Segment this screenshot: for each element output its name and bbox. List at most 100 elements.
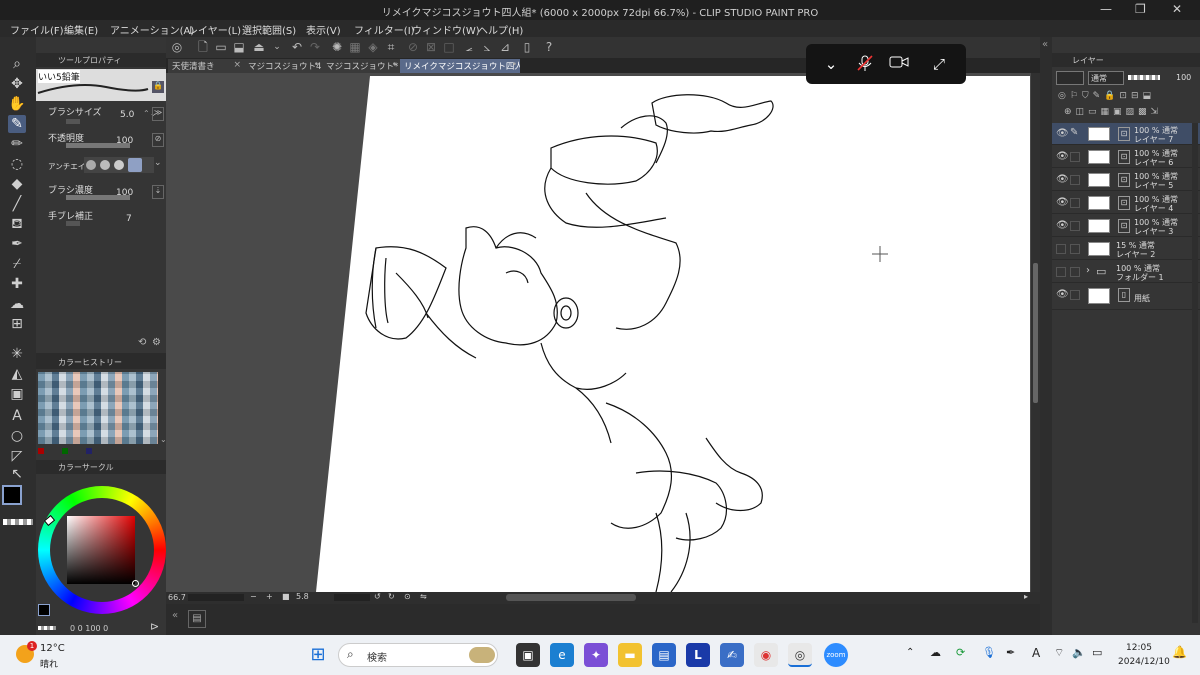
eye-icon[interactable]: 👁 (1056, 174, 1069, 185)
deselect-icon[interactable]: ⊘ (406, 40, 420, 54)
clip-studio-icon[interactable]: ◎ (170, 40, 184, 54)
history-swatch-red[interactable] (38, 448, 44, 454)
battery-icon[interactable]: ▭ (1092, 646, 1102, 659)
chrome-icon[interactable]: ◉ (754, 643, 778, 667)
mic-muted-icon[interactable] (854, 54, 876, 74)
main-color-mini-swatch[interactable] (38, 604, 50, 616)
app-l-icon[interactable]: L (686, 643, 710, 667)
layer-lock-box[interactable] (1070, 175, 1080, 185)
grid-icon[interactable]: ⊞ (8, 315, 26, 333)
edge-browser-icon[interactable]: e (550, 643, 574, 667)
close-icon[interactable]: × (233, 60, 241, 70)
eye-icon[interactable]: 👁 (1056, 151, 1069, 162)
layer-row[interactable]: 👁 ⊡ 100 % 通常 レイヤー 5 (1052, 169, 1200, 191)
brush-size-slider[interactable] (66, 119, 80, 124)
smartphone-icon[interactable]: ▯ (520, 40, 534, 54)
canvas-drawing[interactable] (166, 73, 1040, 592)
menu-filter[interactable]: フィルター(I) (354, 22, 415, 37)
reset-rotation-icon[interactable]: ⊙ (404, 592, 411, 601)
modified-dot-icon[interactable]: • (314, 60, 319, 70)
chevron-right-icon[interactable]: › (1086, 265, 1090, 276)
chevron-down-icon[interactable]: ⌄ (820, 54, 842, 74)
stop-icon[interactable]: ■ (282, 592, 290, 601)
cloud-off-icon[interactable]: ☁ (930, 646, 941, 659)
lock-icon[interactable]: 🔒 (152, 81, 164, 93)
transform-icon[interactable]: ⌗ (384, 40, 398, 54)
layer-lock-box[interactable] (1070, 267, 1080, 277)
canvas-workspace[interactable] (166, 73, 1040, 592)
close-icon[interactable]: ✕ (1172, 2, 1182, 16)
export-icon[interactable]: ⏏ (252, 40, 266, 54)
menu-selection[interactable]: 選択範囲(S) (242, 22, 296, 37)
brush-density-value[interactable]: 100 (116, 188, 133, 198)
eye-icon[interactable]: 👁 (1056, 289, 1069, 300)
weather-temp[interactable]: 12°C (40, 643, 65, 654)
antialias-medium-icon[interactable] (114, 160, 124, 170)
menu-layer[interactable]: レイヤー(L) (188, 22, 241, 37)
ruler-snap-icon[interactable]: ⦣ (480, 40, 494, 54)
chevron-up-icon[interactable]: ⌃ (906, 647, 914, 658)
tab-document-1[interactable]: 天使清書き × (168, 59, 244, 73)
zoom-slider[interactable] (188, 594, 244, 601)
scroll-right-icon[interactable]: ▸ (1024, 592, 1028, 601)
video-camera-icon[interactable] (888, 54, 910, 74)
layer-lock-box[interactable] (1070, 244, 1080, 254)
zoom-app-icon[interactable]: zoom (824, 643, 848, 667)
clock-date[interactable]: 2024/12/10 (1118, 657, 1170, 667)
brush-density-settings-icon[interactable]: ⇣ (152, 185, 164, 199)
paint-bucket-icon[interactable]: ◭ (8, 365, 26, 383)
transparent-color-icon[interactable] (3, 519, 33, 525)
pen-icon[interactable]: ✎ (8, 115, 26, 133)
zoom-value[interactable]: 66.7 (168, 593, 186, 602)
magic-wand-icon[interactable]: ✳ (8, 345, 26, 363)
chevron-down-icon[interactable]: ⌄ (270, 40, 284, 54)
hand-icon[interactable]: ✋ (8, 95, 26, 113)
line-icon[interactable]: ╱ (8, 195, 26, 213)
saturation-value-square[interactable] (67, 516, 135, 584)
layer-opacity-value[interactable]: 100 (1176, 73, 1191, 82)
opacity-slider[interactable] (1128, 75, 1160, 80)
frame-icon[interactable]: ◸ (8, 447, 26, 465)
history-swatch-blue[interactable] (86, 448, 92, 454)
layer-row[interactable]: 👁 ⊡ 100 % 通常 レイヤー 4 (1052, 192, 1200, 214)
undo-icon[interactable]: ↶ (290, 40, 304, 54)
open-folder-icon[interactable]: ▭ (214, 40, 228, 54)
copilot-icon[interactable]: ✦ (584, 643, 608, 667)
sync-icon[interactable]: ⟳ (956, 646, 965, 659)
sparkle-icon[interactable]: ✚ (8, 275, 26, 293)
fill-bucket-icon[interactable]: ⛾ (8, 215, 26, 233)
tab-document-2[interactable]: マジコスジョウト4 • (244, 59, 322, 73)
layer-lock-box[interactable] (1070, 290, 1080, 300)
reset-icon[interactable]: ⟲ (138, 337, 146, 348)
art-app-icon[interactable]: ✍ (720, 643, 744, 667)
visibility-box[interactable] (1056, 244, 1066, 254)
flip-icon[interactable]: ⇋ (420, 592, 427, 601)
store-icon[interactable]: ▤ (652, 643, 676, 667)
spinner-icon[interactable]: ✺ (330, 40, 344, 54)
layer-lock-box[interactable] (1070, 221, 1080, 231)
eye-icon[interactable]: 👁 (1056, 128, 1069, 139)
search-box[interactable]: ⌕ 検索 (338, 643, 498, 667)
eyedropper-icon[interactable]: ⌿ (8, 255, 26, 273)
antialias-selector[interactable] (84, 157, 154, 173)
move-icon[interactable]: ✥ (8, 75, 26, 93)
menu-view[interactable]: 表示(V) (306, 22, 341, 37)
volume-icon[interactable]: 🔈 (1072, 646, 1086, 659)
blend-icon[interactable]: ☁ (8, 295, 26, 313)
menu-file[interactable]: ファイル(F) (10, 22, 64, 37)
stabilization-slider[interactable] (66, 221, 80, 226)
panel-menu-icon[interactable]: ⊳ (150, 620, 159, 633)
blend-mode-dropdown[interactable]: 通常 (1088, 71, 1124, 85)
rotation-value[interactable]: 5.8 (296, 592, 309, 601)
clip-studio-taskbar-icon[interactable]: ◎ (788, 643, 812, 667)
fullscreen-icon[interactable]: ⤢ (928, 54, 950, 74)
menu-window[interactable]: ウィンドウ(W) (412, 22, 480, 37)
layer-row[interactable]: 👁 ⊡ 100 % 通常 レイヤー 6 (1052, 146, 1200, 168)
notification-bell-icon[interactable]: 🔔 (1172, 645, 1187, 659)
layer-row[interactable]: › ▭ 100 % 通常 フォルダー 1 (1052, 261, 1200, 283)
tab-document-3[interactable]: マジコスジョウト* • (322, 59, 400, 73)
save-icon[interactable]: ⬓ (232, 40, 246, 54)
collapse-icon[interactable]: « (1042, 39, 1048, 50)
help-icon[interactable]: ? (542, 40, 556, 54)
opacity-value[interactable]: 100 (116, 136, 133, 146)
